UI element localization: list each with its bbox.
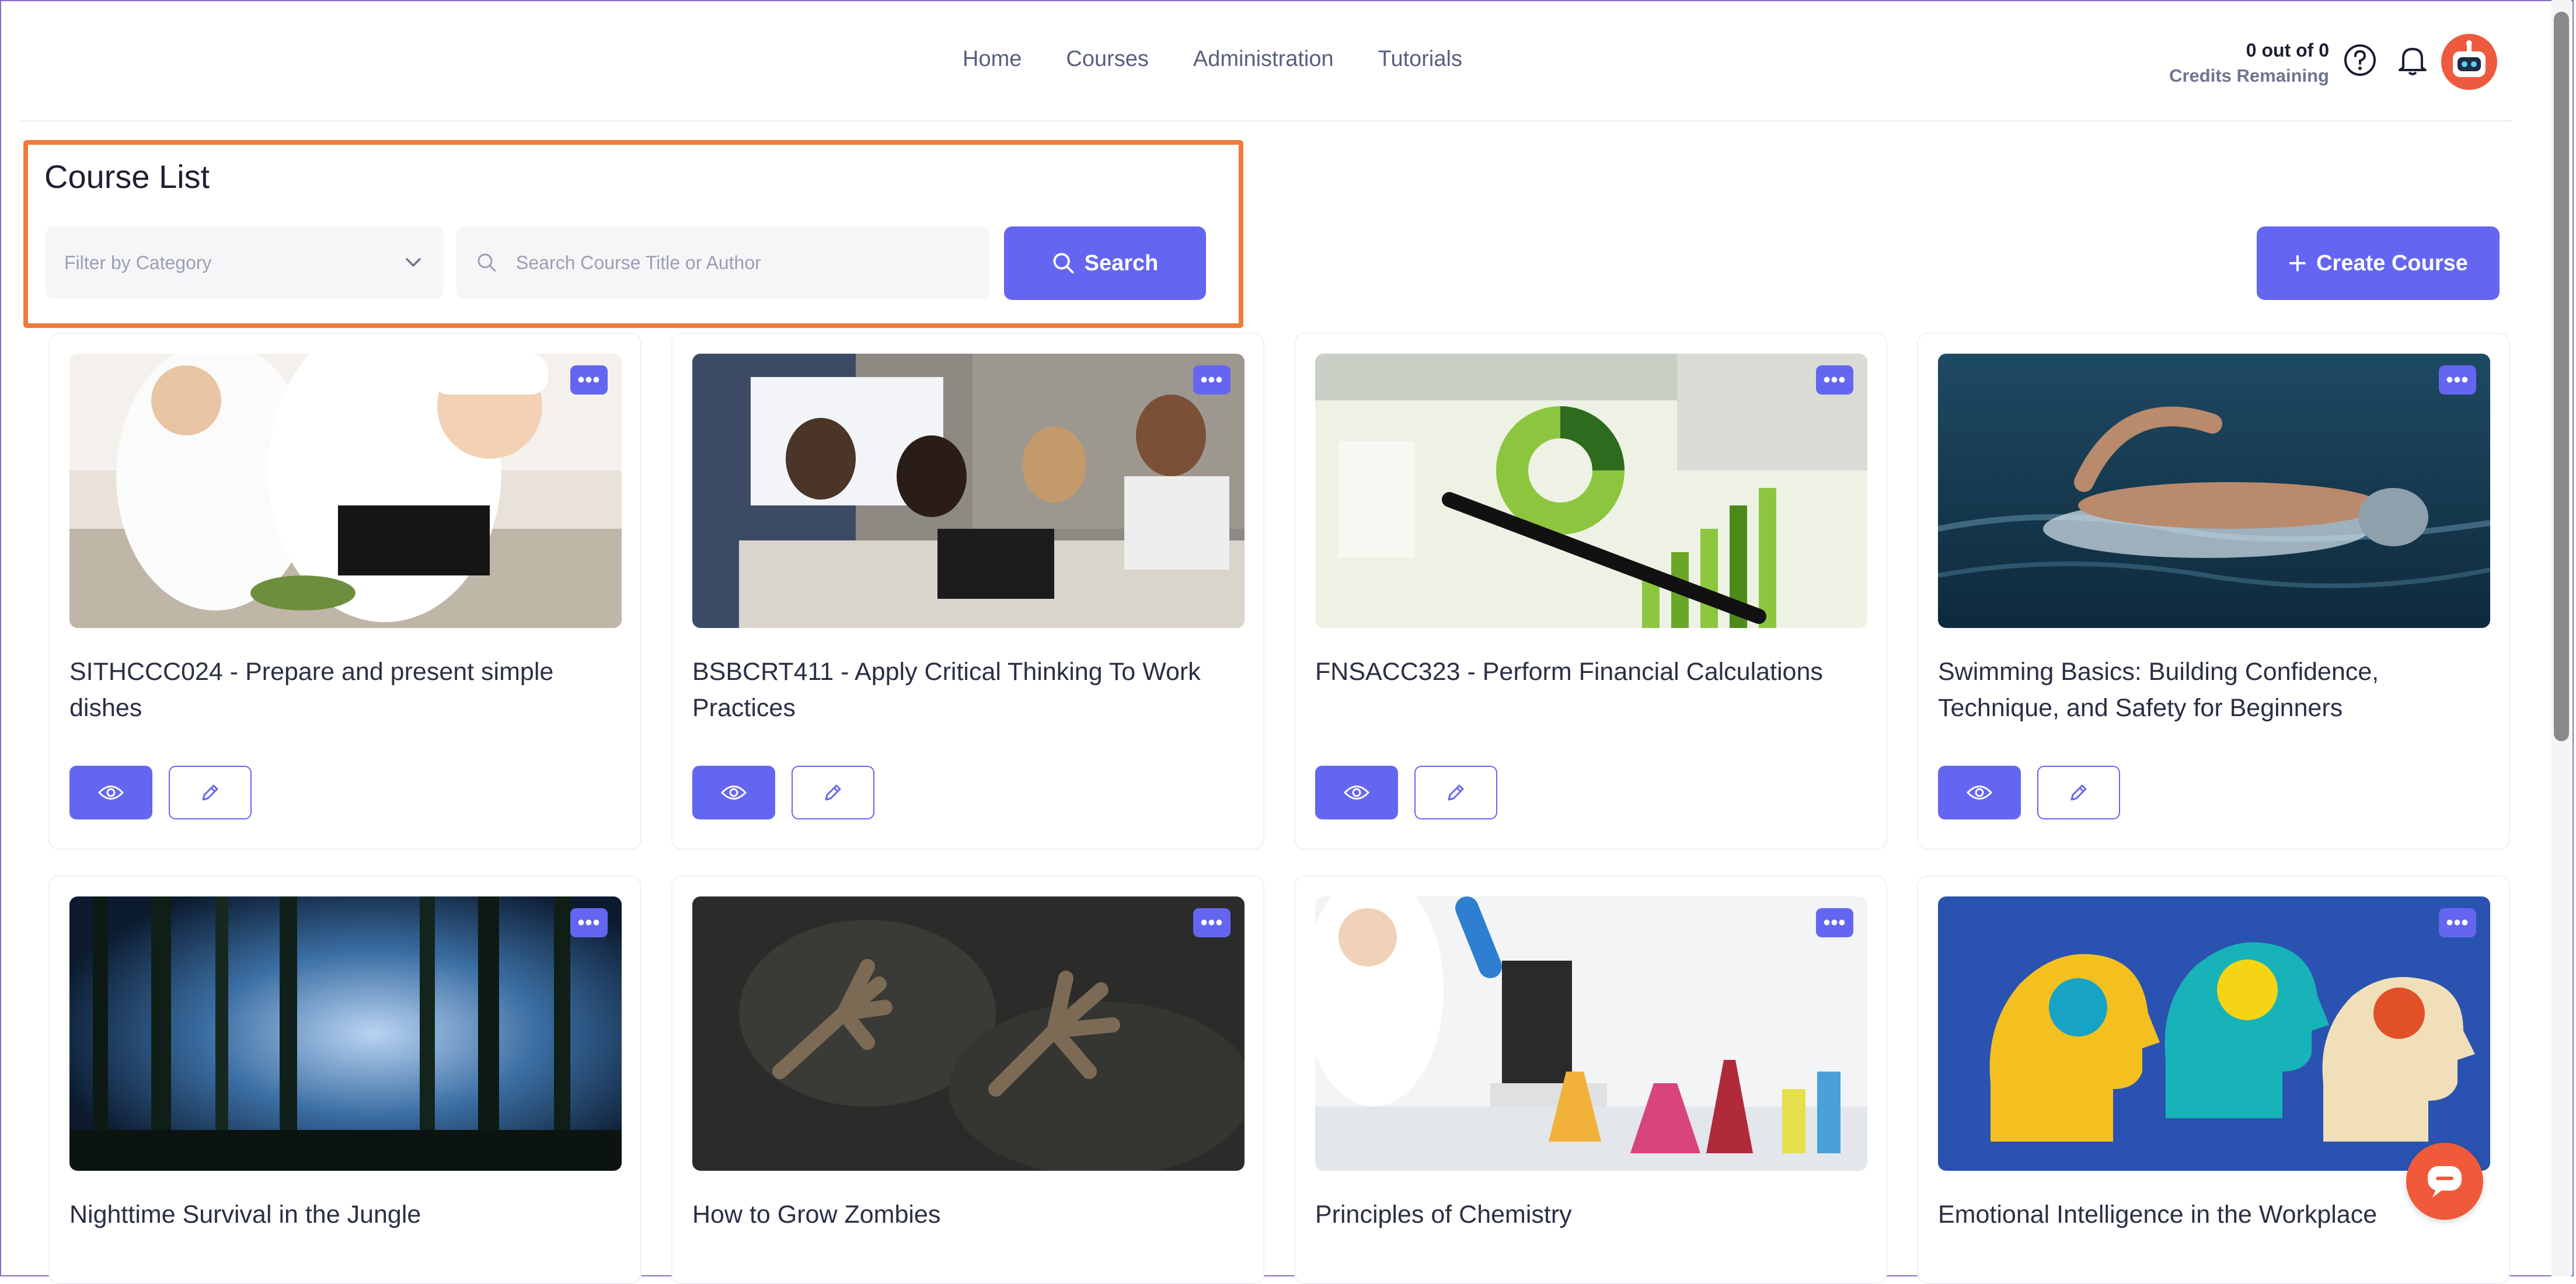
course-card[interactable]: ••• How to Grow Zombies	[671, 875, 1264, 1284]
credits-display: 0 out of 0 Credits Remaining	[2154, 37, 2329, 89]
help-icon[interactable]	[2341, 41, 2379, 79]
view-course-button[interactable]	[1315, 766, 1398, 819]
course-title[interactable]: SITHCCC024 - Prepare and present simple …	[69, 654, 630, 726]
course-menu-button[interactable]: •••	[1816, 365, 1853, 395]
course-menu-button[interactable]: •••	[570, 908, 608, 937]
course-card[interactable]: ••• Nighttime Survival in the Jungle	[48, 875, 642, 1284]
course-image-swimmer[interactable]	[1938, 354, 2490, 628]
pencil-icon	[2070, 784, 2087, 801]
course-menu-button[interactable]: •••	[1816, 908, 1853, 937]
course-image-zombie-hands[interactable]	[692, 896, 1245, 1171]
credits-label: Credits Remaining	[2169, 65, 2329, 86]
course-title[interactable]: BSBCRT411 - Apply Critical Thinking To W…	[692, 654, 1253, 726]
eye-icon	[1344, 786, 1369, 800]
search-field[interactable]	[456, 226, 990, 299]
search-icon	[477, 253, 496, 272]
course-image-chefs-cooking[interactable]	[69, 354, 622, 628]
course-menu-button[interactable]: •••	[1193, 908, 1231, 937]
course-menu-button[interactable]: •••	[570, 365, 608, 395]
course-image-heads-gears[interactable]	[1938, 896, 2490, 1171]
search-button-label: Search	[1084, 250, 1159, 275]
category-filter[interactable]: Filter by Category	[46, 226, 444, 299]
robot-avatar-icon	[2453, 40, 2486, 77]
course-title[interactable]: Swimming Basics: Building Confidence, Te…	[1938, 654, 2498, 726]
category-filter-label: Filter by Category	[64, 252, 212, 273]
page-title: Course List	[44, 158, 210, 195]
eye-icon	[721, 786, 747, 800]
nav-home[interactable]: Home	[963, 47, 1022, 72]
course-card[interactable]: ••• FNSACC323 - Perform Financial Calcul…	[1294, 333, 1887, 850]
edit-course-button[interactable]	[2037, 766, 2120, 819]
header-divider	[21, 120, 2512, 121]
course-image-financial-charts[interactable]	[1315, 354, 1867, 628]
eye-icon	[98, 786, 124, 800]
course-title[interactable]: Principles of Chemistry	[1315, 1196, 1876, 1233]
edit-course-button[interactable]	[169, 766, 252, 819]
view-course-button[interactable]	[69, 766, 152, 819]
course-title[interactable]: FNSACC323 - Perform Financial Calculatio…	[1315, 654, 1876, 690]
pencil-icon	[825, 784, 841, 801]
bell-icon[interactable]	[2393, 41, 2432, 79]
course-card[interactable]: ••• Principles of Chemistry	[1294, 875, 1887, 1284]
nav-courses[interactable]: Courses	[1066, 47, 1149, 72]
create-course-label: Create Course	[2316, 250, 2468, 275]
create-course-button[interactable]: Create Course	[2257, 226, 2500, 300]
avatar[interactable]	[2441, 34, 2497, 90]
course-menu-button[interactable]: •••	[2439, 908, 2476, 937]
chevron-down-icon	[406, 258, 421, 267]
edit-course-button[interactable]	[1414, 766, 1497, 819]
plus-icon	[2289, 255, 2306, 271]
course-image-night-forest[interactable]	[69, 896, 622, 1171]
main-nav: Home Courses Administration Tutorials	[963, 47, 1462, 72]
credits-count: 0 out of 0	[2246, 40, 2329, 61]
course-image-team-meeting[interactable]	[692, 354, 1245, 628]
course-menu-button[interactable]: •••	[2439, 365, 2476, 395]
course-image-chemistry-lab[interactable]	[1315, 896, 1867, 1171]
nav-administration[interactable]: Administration	[1193, 47, 1334, 72]
scrollbar-thumb[interactable]	[2554, 12, 2569, 741]
edit-course-button[interactable]	[792, 766, 874, 819]
pencil-icon	[202, 784, 218, 801]
nav-tutorials[interactable]: Tutorials	[1378, 47, 1462, 72]
search-input[interactable]	[515, 251, 972, 274]
pencil-icon	[1448, 784, 1464, 801]
course-card[interactable]: ••• Emotional Intelligence in the Workpl…	[1917, 875, 2510, 1284]
view-course-button[interactable]	[1938, 766, 2021, 819]
chat-icon	[2428, 1166, 2462, 1198]
course-card[interactable]: ••• BSBCRT411 - Apply Critical Thinking …	[671, 333, 1264, 850]
eye-icon	[1967, 786, 1992, 800]
course-title[interactable]: Nighttime Survival in the Jungle	[69, 1196, 630, 1233]
course-card[interactable]: ••• Swimming Basics: Building Confidence…	[1917, 333, 2510, 850]
course-menu-button[interactable]: •••	[1193, 365, 1231, 395]
course-title[interactable]: How to Grow Zombies	[692, 1196, 1253, 1233]
chat-widget-button[interactable]	[2406, 1143, 2483, 1220]
search-icon	[1053, 253, 1074, 274]
search-button[interactable]: Search	[1004, 226, 1206, 300]
course-card[interactable]: ••• SITHCCC024 - Prepare and present sim…	[48, 333, 642, 850]
view-course-button[interactable]	[692, 766, 775, 819]
